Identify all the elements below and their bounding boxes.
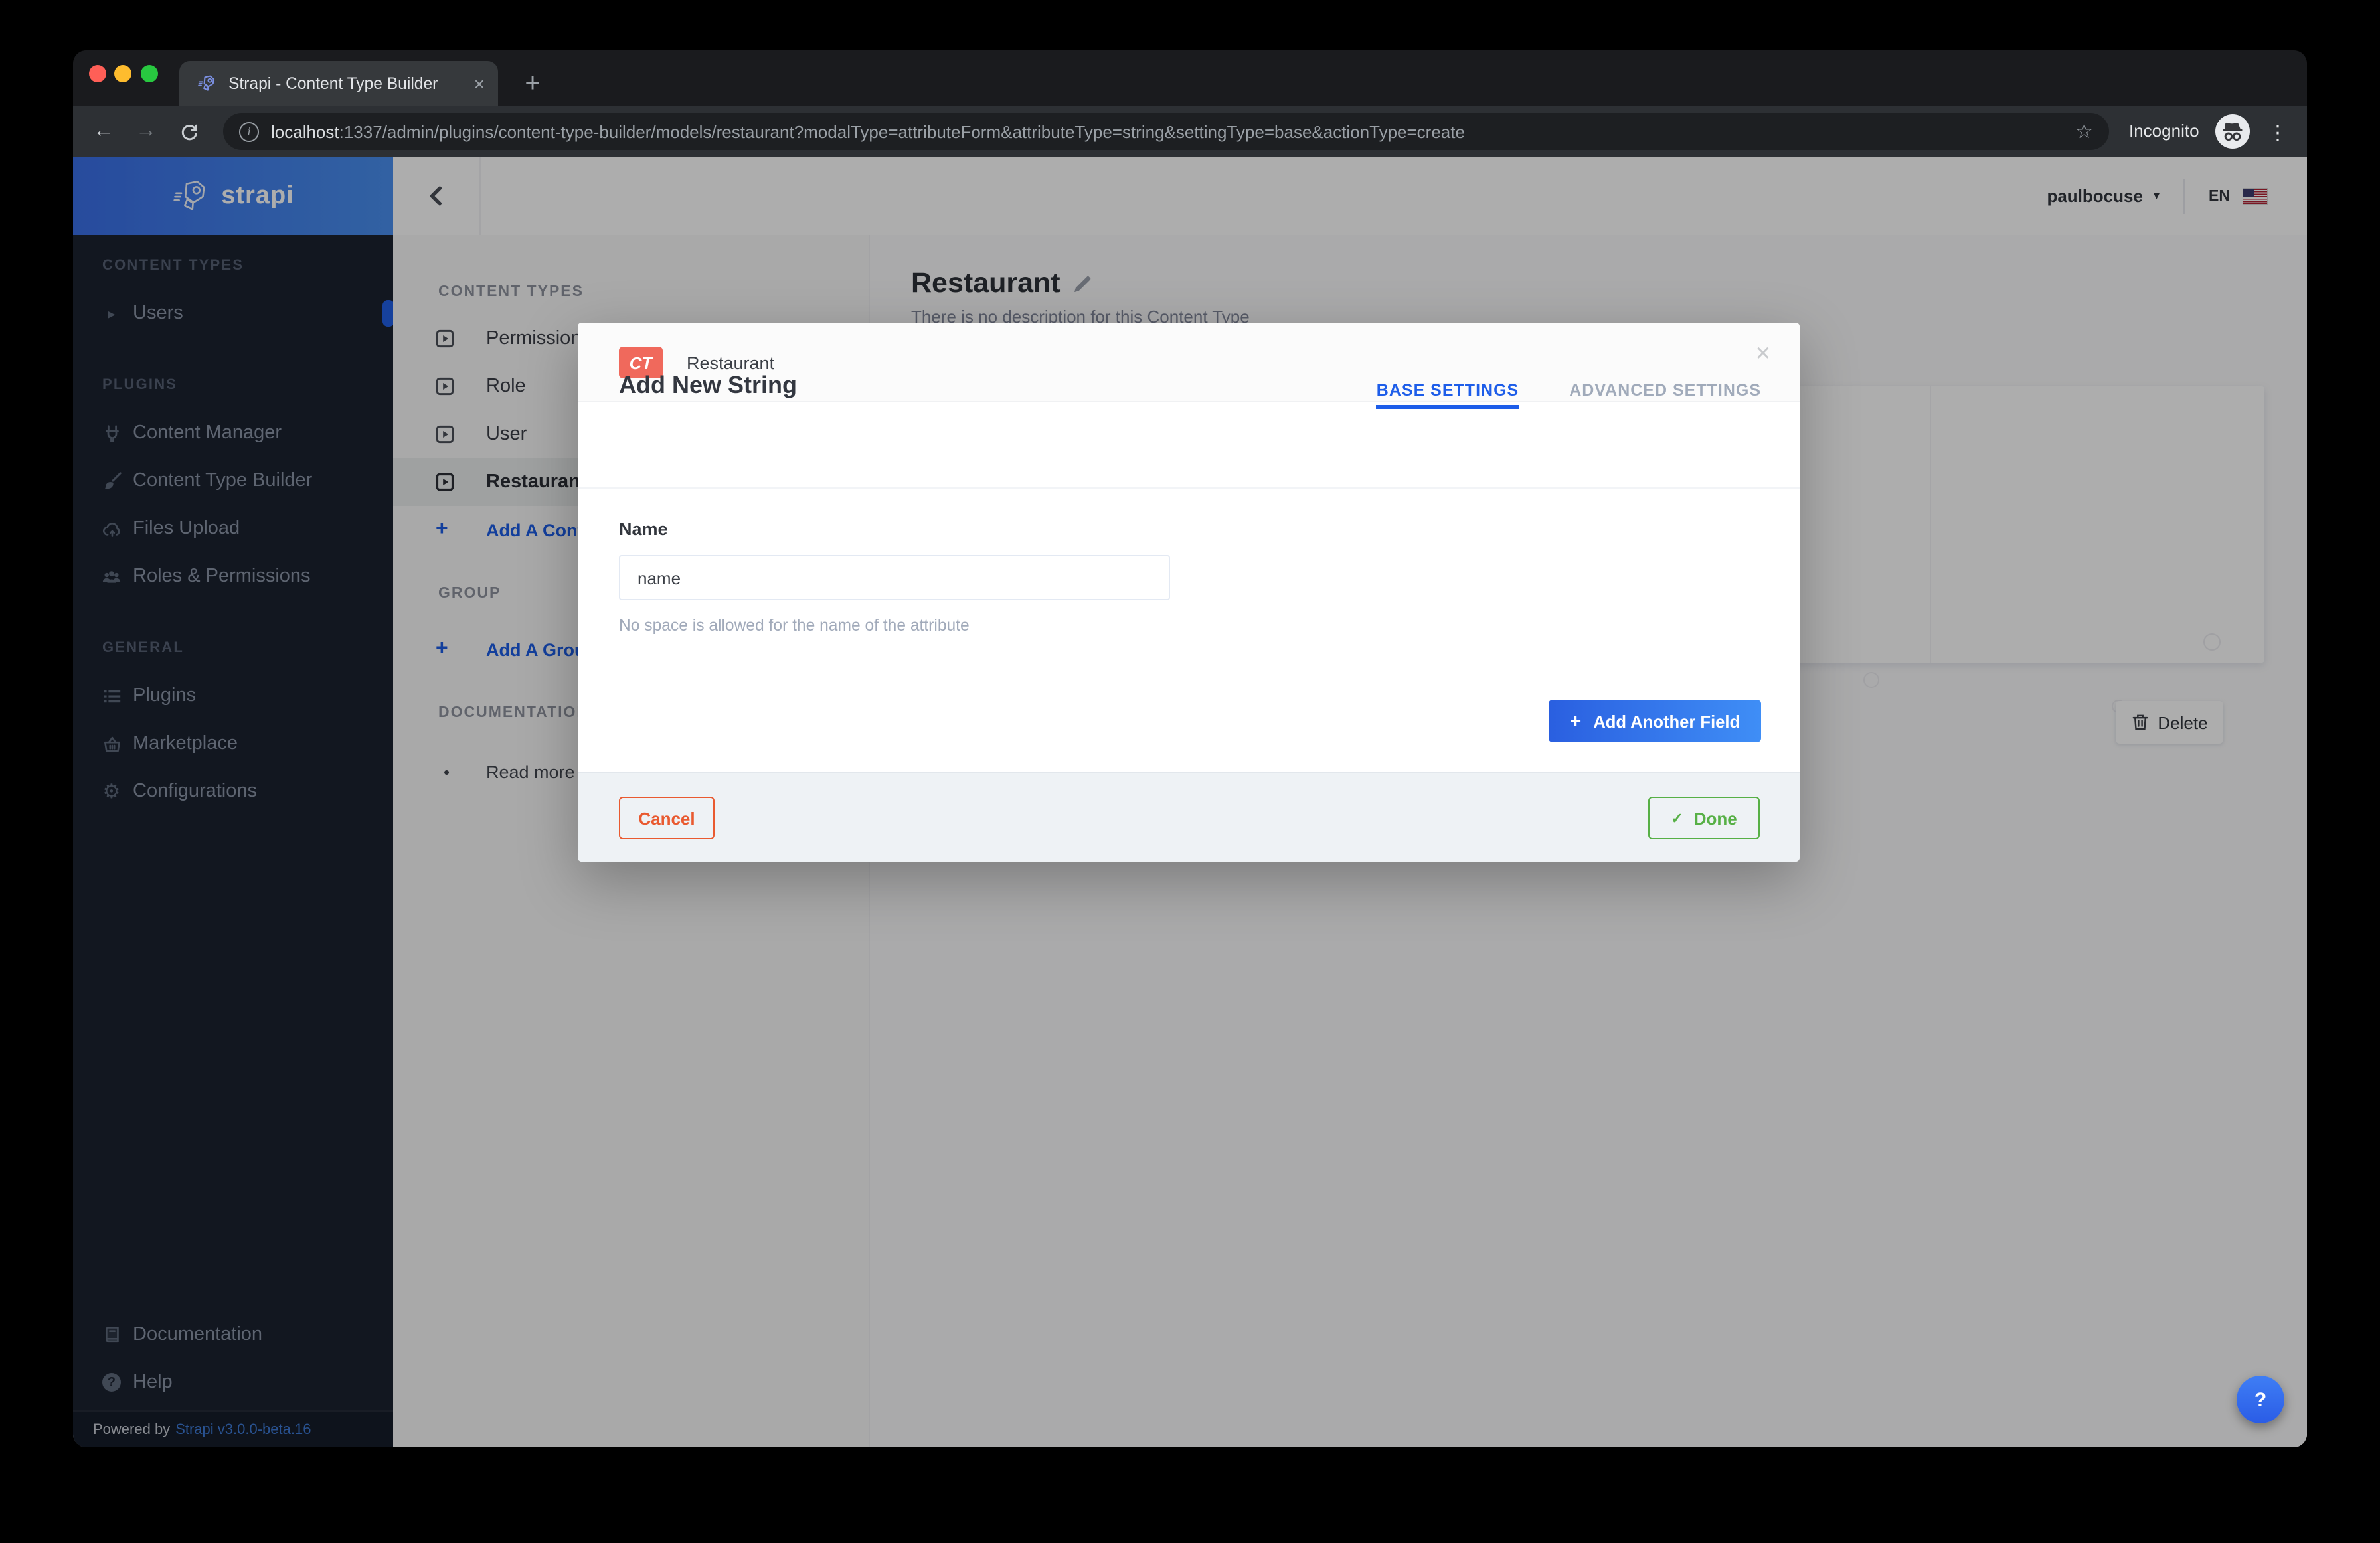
name-field-label: Name [619,519,668,539]
tab-title: Strapi - Content Type Builder [228,74,462,93]
url-host: localhost [271,122,339,141]
help-floating-button[interactable]: ? [2237,1376,2284,1423]
window-close-button[interactable] [88,64,106,82]
modal-footer: Cancel ✓ Done [578,772,1800,862]
page-viewport: strapi CONTENT TYPES ▸ Users PLUGINS Con… [73,157,2307,1447]
tab-advanced-settings[interactable]: ADVANCED SETTINGS [1569,381,1761,400]
close-icon[interactable]: × [1756,341,1770,368]
plus-icon: + [1570,710,1582,732]
url-text[interactable]: localhost:1337/admin/plugins/content-typ… [271,122,2062,141]
tab-favicon-strapi-icon [198,74,216,93]
add-another-field-button[interactable]: + Add Another Field [1549,700,1761,742]
modal-content-type-name: Restaurant [687,353,774,373]
site-info-icon[interactable]: i [239,122,259,141]
name-input[interactable] [619,555,1170,600]
modal-title: Add New String [619,372,797,400]
browser-tab[interactable]: Strapi - Content Type Builder × [179,61,498,106]
tab-close-icon[interactable]: × [474,74,485,93]
add-field-modal: CT Restaurant × Add New String BASE SETT… [578,323,1800,862]
back-icon[interactable]: ← [86,114,121,149]
tab-base-settings[interactable]: BASE SETTINGS [1377,381,1519,400]
done-button[interactable]: ✓ Done [1648,797,1760,839]
window-minimize-button[interactable] [114,64,131,82]
modal-tabs: BASE SETTINGS ADVANCED SETTINGS [1377,381,1761,400]
url-bar[interactable]: i localhost:1337/admin/plugins/content-t… [223,113,2109,150]
incognito-icon [2215,114,2250,149]
bookmark-star-icon[interactable]: ☆ [2075,120,2093,143]
check-icon: ✓ [1671,809,1683,827]
desktop: Strapi - Content Type Builder × + ← → i … [0,0,2380,1543]
new-tab-button[interactable]: + [511,64,554,104]
browser-toolbar: ← → i localhost:1337/admin/plugins/conte… [73,106,2307,157]
tab-strip: Strapi - Content Type Builder × + [73,50,2307,106]
name-helper-text: No space is allowed for the name of the … [619,616,970,635]
url-path: :1337/admin/plugins/content-type-builder… [339,122,1465,141]
forward-icon[interactable]: → [129,114,163,149]
browser-window: Strapi - Content Type Builder × + ← → i … [73,50,2307,1447]
incognito-label: Incognito [2129,121,2199,141]
cancel-button[interactable]: Cancel [619,797,715,839]
modal-divider [578,487,1800,489]
reload-icon[interactable] [171,114,206,149]
window-zoom-button[interactable] [140,64,157,82]
browser-menu-icon[interactable]: ⋮ [2264,116,2291,150]
